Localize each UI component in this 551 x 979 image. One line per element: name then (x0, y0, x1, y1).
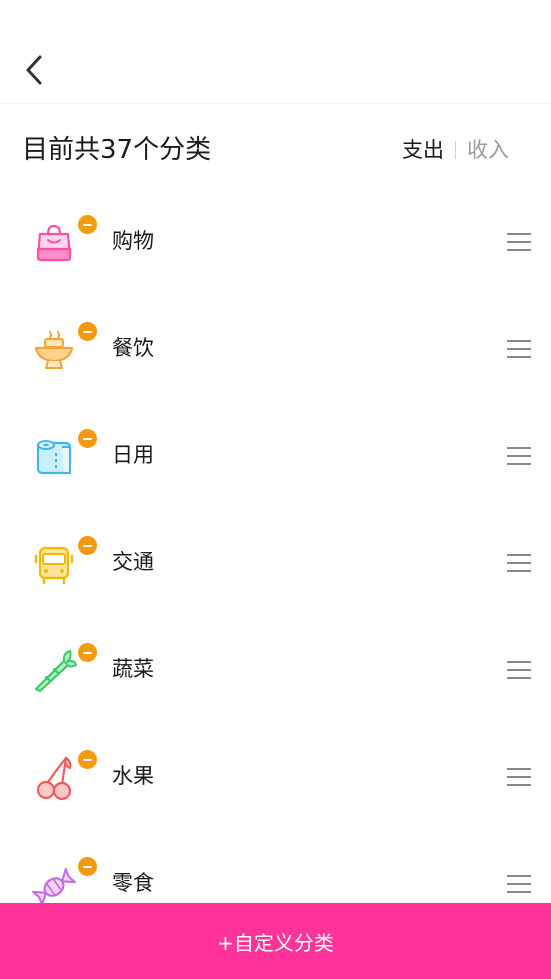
remove-badge[interactable] (78, 750, 97, 769)
remove-badge[interactable] (78, 536, 97, 555)
remove-badge[interactable] (78, 857, 97, 876)
remove-badge[interactable] (78, 429, 97, 448)
back-button[interactable] (16, 48, 52, 92)
drag-handle-icon[interactable] (506, 231, 532, 253)
tab-income[interactable]: 收入 (467, 134, 509, 166)
tab-expense[interactable]: 支出 (402, 134, 444, 166)
category-label: 餐饮 (112, 336, 154, 360)
category-label: 水果 (112, 764, 154, 788)
dining-bowl-icon (30, 326, 78, 374)
drag-handle-icon[interactable] (506, 766, 532, 788)
category-label: 交通 (112, 550, 154, 574)
list-item[interactable]: 日用 (0, 402, 551, 509)
drag-handle-icon[interactable] (506, 659, 532, 681)
chevron-left-icon (26, 55, 42, 85)
candy-icon (30, 861, 78, 909)
category-label: 零食 (112, 871, 154, 895)
drag-handle-icon[interactable] (506, 338, 532, 360)
remove-badge[interactable] (78, 643, 97, 662)
category-count-title: 目前共37个分类 (22, 135, 212, 165)
category-label: 日用 (112, 443, 154, 467)
type-switch: 支出 收入 (402, 134, 509, 166)
list-item[interactable]: 水果 (0, 723, 551, 830)
bus-icon (30, 540, 78, 588)
list-item[interactable]: 蔬菜 (0, 616, 551, 723)
top-bar (0, 0, 551, 104)
list-item[interactable]: 购物 (0, 188, 551, 295)
category-label: 购物 (112, 229, 154, 253)
shopping-bag-icon (30, 219, 78, 267)
drag-handle-icon[interactable] (506, 873, 532, 895)
category-list: 购物 餐饮 日用 交通 蔬菜 水果 零食 (0, 188, 551, 937)
carrot-icon (30, 647, 78, 695)
drag-handle-icon[interactable] (506, 552, 532, 574)
remove-badge[interactable] (78, 322, 97, 341)
drag-handle-icon[interactable] (506, 445, 532, 467)
list-item[interactable]: 餐饮 (0, 295, 551, 402)
add-custom-category-button[interactable]: +自定义分类 (0, 903, 551, 979)
category-label: 蔬菜 (112, 657, 154, 681)
list-item[interactable]: 交通 (0, 509, 551, 616)
remove-badge[interactable] (78, 215, 97, 234)
cherry-icon (30, 754, 78, 802)
tab-divider (455, 141, 456, 159)
toilet-paper-icon (30, 433, 78, 481)
